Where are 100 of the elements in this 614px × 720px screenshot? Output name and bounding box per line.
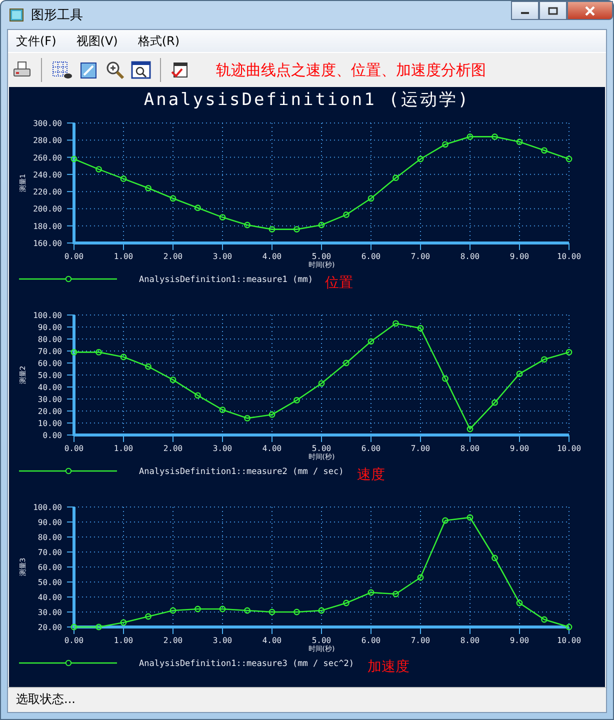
grid-icon[interactable] <box>51 60 73 80</box>
y-tick-label: 240.00 <box>33 170 62 180</box>
data-point <box>194 392 201 399</box>
y-tick-label: 70.00 <box>38 548 62 557</box>
y-tick-label: 10.00 <box>38 419 62 428</box>
data-point <box>294 226 300 232</box>
x-tick-label: 9.00 <box>510 636 530 645</box>
x-tick-label: 2.00 <box>163 252 183 261</box>
data-point <box>541 356 548 363</box>
x-tick-label: 4.00 <box>262 252 282 261</box>
y-tick-label: 160.00 <box>33 239 62 248</box>
y-tick-label: 30.00 <box>38 395 62 404</box>
y-tick-label: 70.00 <box>38 347 62 356</box>
x-tick-label: 2.00 <box>163 444 183 453</box>
graph-title: AnalysisDefinition1 (运动学) <box>142 89 472 111</box>
y-tick-label: 0.00 <box>42 431 62 440</box>
data-point <box>492 399 498 406</box>
data-point <box>244 415 250 422</box>
data-point <box>96 624 102 630</box>
y-tick-label: 50.00 <box>38 371 62 380</box>
x-tick-label: 3.00 <box>212 636 232 645</box>
data-point <box>294 397 300 404</box>
data-point <box>194 204 201 212</box>
y-tick-label: 180.00 <box>33 222 62 231</box>
data-point <box>442 517 448 524</box>
data-point <box>96 166 102 172</box>
y-tick-label: 280.00 <box>33 136 62 146</box>
x-tick-label: 6.00 <box>361 252 381 261</box>
x-tick-label: 3.00 <box>212 252 232 261</box>
data-point <box>466 134 474 140</box>
data-point <box>343 212 350 218</box>
data-point <box>244 222 250 228</box>
legend-label: AnalysisDefinition1::measure2 (mm / sec) <box>139 467 344 477</box>
x-tick-label: 1.00 <box>114 444 134 453</box>
x-tick-label: 0.00 <box>64 444 84 453</box>
data-point <box>219 214 226 220</box>
y-tick-label: 30.00 <box>38 608 62 617</box>
data-point <box>492 134 498 140</box>
data-point <box>343 600 350 606</box>
x-tick-label: 8.00 <box>460 444 480 453</box>
data-point <box>120 176 127 182</box>
data-point <box>120 354 127 360</box>
y-tick-label: 40.00 <box>38 593 62 602</box>
maximize-button[interactable] <box>539 1 567 20</box>
data-point <box>268 226 276 232</box>
data-point <box>516 138 523 146</box>
data-point <box>417 574 424 581</box>
y-tick-label: 20.00 <box>38 623 62 632</box>
zoom-in-icon[interactable] <box>105 60 125 80</box>
x-tick-label: 3.00 <box>212 444 232 453</box>
annotation-note: 速度 <box>357 467 385 483</box>
data-point <box>492 554 498 562</box>
x-tick-label: 7.00 <box>410 252 430 261</box>
x-tick-label: 0.00 <box>64 636 84 645</box>
toolbar-caption: 轨迹曲线点之速度、位置、加速度分析图 <box>216 60 486 80</box>
edit-chart-icon[interactable] <box>79 60 99 80</box>
x-tick-label: 6.00 <box>361 636 381 645</box>
data-point <box>96 349 102 356</box>
x-tick-label: 4.00 <box>262 444 282 453</box>
x-tick-label: 9.00 <box>510 252 530 261</box>
data-point <box>219 606 226 612</box>
window-title: 图形工具 <box>31 7 83 24</box>
data-point <box>368 195 374 202</box>
close-button[interactable] <box>567 1 613 20</box>
data-point <box>219 406 226 413</box>
minimize-button[interactable] <box>511 1 539 20</box>
data-point <box>442 141 448 148</box>
y-tick-label: 60.00 <box>38 563 62 572</box>
y-tick-label: 300.00 <box>33 119 62 128</box>
data-point <box>516 600 523 606</box>
y-tick-label: 40.00 <box>38 383 62 392</box>
annotation-note: 加速度 <box>368 659 410 675</box>
data-point <box>244 607 250 614</box>
x-tick-label: 10.00 <box>556 444 582 453</box>
data-point <box>541 147 548 154</box>
y-tick-label: 260.00 <box>33 153 62 162</box>
data-point <box>318 380 325 387</box>
data-point <box>120 619 127 626</box>
menu-item[interactable]: 文件(F) <box>16 32 56 50</box>
y-tick-label: 60.00 <box>38 359 62 368</box>
data-point <box>318 607 325 614</box>
data-point <box>392 590 399 598</box>
data-point <box>194 606 201 612</box>
data-point <box>294 608 300 616</box>
data-point <box>392 174 399 182</box>
x-tick-label: 5.00 <box>312 444 332 453</box>
data-point <box>343 360 350 366</box>
x-tick-label: 4.00 <box>262 636 282 645</box>
x-tick-label: 1.00 <box>114 252 134 261</box>
chart-export-icon[interactable] <box>170 60 190 80</box>
y-tick-label: 100.00 <box>33 311 62 320</box>
y-tick-label: 90.00 <box>38 323 62 332</box>
menu-item[interactable]: 视图(V) <box>76 32 118 50</box>
y-tick-label: 100.00 <box>33 503 62 512</box>
y-tick-label: 50.00 <box>38 578 62 587</box>
x-tick-label: 0.00 <box>64 252 84 261</box>
data-point <box>566 349 572 356</box>
zoom-window-icon[interactable] <box>131 60 151 80</box>
menu-item[interactable]: 格式(R) <box>138 32 180 50</box>
x-tick-label: 9.00 <box>510 444 530 453</box>
